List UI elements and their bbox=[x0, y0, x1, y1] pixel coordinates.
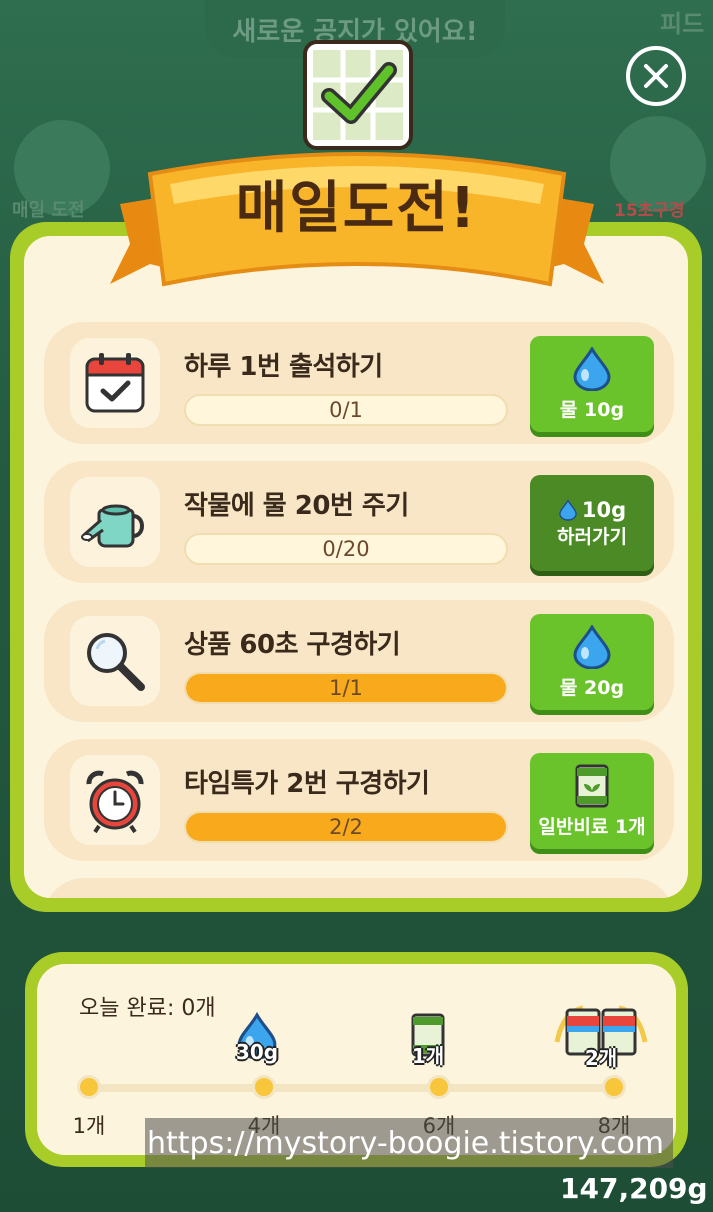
challenge-panel: 하루 1번 출석하기 0/1 물 10g 작물에 물 20번 주기 0/20 1… bbox=[10, 222, 702, 912]
water-drop-icon bbox=[573, 624, 611, 669]
milestone-reward: 1개 bbox=[407, 1010, 449, 1069]
milestone-dot bbox=[252, 1075, 276, 1099]
close-button[interactable] bbox=[626, 46, 686, 106]
progress-text: 0/1 bbox=[329, 398, 363, 422]
progress-text: 0/20 bbox=[322, 537, 370, 561]
reward-button[interactable]: 물 10g bbox=[530, 336, 654, 432]
reward-button[interactable]: 물 20g bbox=[530, 614, 654, 710]
close-icon bbox=[644, 64, 668, 88]
page-title: 매일도전! bbox=[235, 176, 478, 241]
progress-bar: 0/20 bbox=[184, 533, 508, 565]
task-title: 하루 1번 출석하기 bbox=[184, 352, 383, 382]
challenge-panel-inner: 하루 1번 출석하기 0/1 물 10g 작물에 물 20번 주기 0/20 1… bbox=[24, 236, 688, 898]
reward-button[interactable]: 일반비료 1개 bbox=[530, 753, 654, 849]
task-item: 상품 60초 구경하기 1/1 물 20g bbox=[44, 600, 674, 722]
milestone-reward: 30g bbox=[235, 1012, 279, 1064]
reward-label: 물 20g bbox=[559, 676, 625, 699]
task-list: 하루 1번 출석하기 0/1 물 10g 작물에 물 20번 주기 0/20 1… bbox=[44, 322, 674, 898]
watering-can-icon bbox=[70, 477, 160, 567]
progress-bar: 2/2 bbox=[184, 811, 508, 843]
alarm-clock-icon bbox=[70, 755, 160, 845]
reward-label: 물 10g bbox=[559, 398, 625, 421]
task-title: 타임특가 2번 구경하기 bbox=[184, 769, 430, 799]
go-button[interactable]: 10g 하러가기 bbox=[530, 475, 654, 571]
progress-bar: 0/1 bbox=[184, 394, 508, 426]
milestone-dot bbox=[602, 1075, 626, 1099]
magnifier-icon bbox=[70, 616, 160, 706]
reward-amount: 10g bbox=[581, 497, 627, 522]
task-title: 상품 60초 구경하기 bbox=[184, 630, 401, 660]
balance-text: 147,209g bbox=[560, 1172, 708, 1205]
task-item: 하루 1번 출석하기 0/1 물 10g bbox=[44, 322, 674, 444]
calendar-icon bbox=[70, 338, 160, 428]
milestone-track bbox=[89, 1084, 619, 1092]
milestone-reward-text: 30g bbox=[235, 1040, 279, 1064]
progress-text: 2/2 bbox=[329, 815, 363, 839]
milestone-label: 1개 bbox=[72, 1114, 106, 1138]
watermark: https://mystory-boogie.tistory.com bbox=[145, 1118, 673, 1168]
completed-count: 오늘 완료: 0개 bbox=[79, 996, 216, 1021]
task-item: 작물에 물 20번 주기 0/20 10g 하러가기 bbox=[44, 461, 674, 583]
water-drop-icon bbox=[559, 498, 577, 521]
task-title: 작물에 물 20번 주기 bbox=[184, 491, 409, 521]
water-drop-icon bbox=[573, 346, 611, 391]
task-item-partial bbox=[44, 878, 674, 898]
progress-text: 1/1 bbox=[329, 676, 363, 700]
fertilizer-bag-icon bbox=[575, 764, 609, 807]
feed-label: 피드 bbox=[660, 10, 705, 38]
checklist-badge-icon bbox=[303, 40, 413, 150]
reward-label: 일반비료 1개 bbox=[538, 815, 646, 838]
milestone-reward: 2개 bbox=[553, 1002, 649, 1071]
milestone-reward-text: 1개 bbox=[411, 1044, 445, 1068]
task-item: 타임특가 2번 구경하기 2/2 일반비료 1개 bbox=[44, 739, 674, 861]
milestone-reward-text: 2개 bbox=[584, 1046, 618, 1070]
milestone-dot bbox=[77, 1075, 101, 1099]
go-label: 하러가기 bbox=[557, 525, 627, 548]
milestone-dot bbox=[427, 1075, 451, 1099]
progress-bar: 1/1 bbox=[184, 672, 508, 704]
